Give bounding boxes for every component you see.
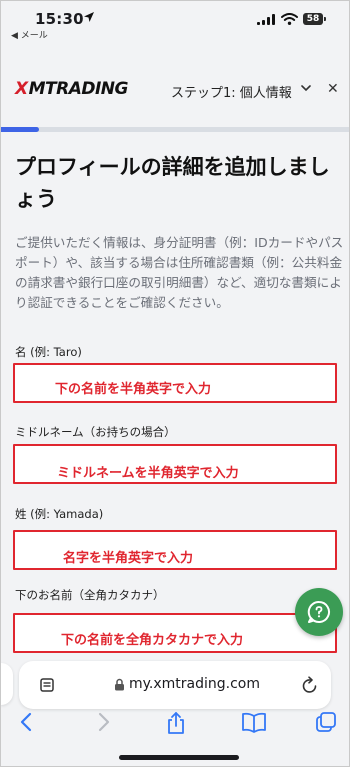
reload-icon[interactable] (302, 676, 318, 694)
logo-mark: X (15, 79, 28, 99)
bookmarks-icon[interactable] (241, 711, 267, 733)
first-name-kana-label: 下のお名前（全角カタカナ） (15, 588, 165, 602)
home-indicator (119, 755, 239, 760)
url-text[interactable]: my.xmtrading.com (129, 676, 260, 692)
chevron-down-icon[interactable] (301, 84, 311, 92)
reader-mode-icon[interactable] (39, 677, 55, 693)
first-name-label: 名 (例: Taro) (15, 345, 82, 359)
last-name-annotation: 名字を半角英字で入力 (63, 551, 194, 566)
back-to-app-link[interactable]: ◀ メール (11, 28, 48, 41)
page-description: ご提供いただく情報は、身分証明書（例：IDカードやパスポート）や、該当する場合は… (15, 235, 344, 310)
step-selector[interactable]: ステップ1: 個人情報 (171, 82, 292, 101)
first-name-kana-annotation: 下の名前を全角カタカナで入力 (61, 633, 244, 648)
status-bar: 15:30 ◀ メール 58 (1, 1, 349, 45)
progress-bar (1, 127, 349, 132)
back-arrow-icon[interactable] (17, 711, 37, 733)
battery-indicator: 58 (303, 13, 326, 25)
middle-name-label: ミドルネーム（お持ちの場合） (15, 425, 176, 439)
chat-help-icon (307, 600, 330, 623)
xmtrading-logo[interactable]: XMTRADING (15, 79, 129, 99)
phone-screen: 15:30 ◀ メール 58 XMTRADING ステップ1: 個人情報 ✕ プ… (0, 0, 350, 767)
address-bar[interactable]: my.xmtrading.com (19, 661, 331, 709)
forward-arrow-icon[interactable] (93, 711, 113, 733)
page-header: XMTRADING ステップ1: 個人情報 ✕ (1, 63, 349, 115)
share-icon[interactable] (165, 711, 187, 735)
location-arrow-icon (84, 12, 94, 22)
status-time: 15:30 (35, 10, 84, 28)
tabs-icon[interactable] (315, 711, 337, 733)
lock-icon (115, 678, 124, 691)
first-name-annotation: 下の名前を半角英字で入力 (55, 382, 212, 397)
progress-fill (1, 127, 39, 132)
previous-tab-edge[interactable] (1, 663, 13, 705)
logo-text: MTRADING (28, 79, 129, 99)
page-title: プロフィールの詳細を追加しましょう (15, 155, 330, 211)
last-name-label: 姓 (例: Yamada) (15, 507, 104, 521)
browser-toolbar: my.xmtrading.com (1, 653, 349, 766)
wifi-icon (281, 13, 298, 25)
close-button[interactable]: ✕ (327, 81, 339, 97)
cellular-signal-icon (257, 14, 275, 25)
help-chat-button[interactable] (295, 588, 343, 636)
middle-name-annotation: ミドルネームを半角英字で入力 (57, 466, 239, 481)
